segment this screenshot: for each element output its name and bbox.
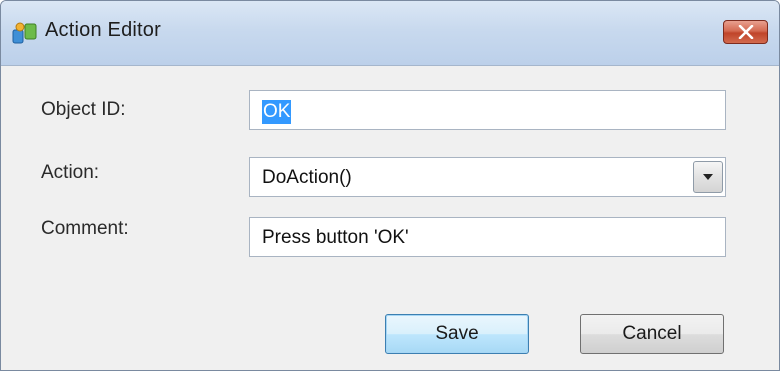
close-icon bbox=[738, 25, 754, 39]
cancel-button[interactable]: Cancel bbox=[580, 314, 724, 354]
action-label: Action: bbox=[41, 162, 100, 183]
comment-value: Press button 'OK' bbox=[262, 227, 409, 248]
object-id-input[interactable]: OK bbox=[249, 90, 726, 130]
action-value: DoAction() bbox=[262, 167, 352, 188]
app-icon bbox=[12, 21, 38, 45]
object-id-value: OK bbox=[262, 100, 292, 124]
comment-input[interactable]: Press button 'OK' bbox=[249, 217, 726, 257]
action-dropdown-button[interactable] bbox=[693, 161, 723, 193]
comment-label: Comment: bbox=[41, 218, 129, 239]
title-bar[interactable]: Action Editor bbox=[1, 1, 779, 66]
close-button[interactable] bbox=[723, 20, 768, 44]
dialog-content: Object ID: OK Action: DoAction() Comment… bbox=[1, 66, 779, 370]
object-id-label: Object ID: bbox=[41, 99, 126, 120]
window-title: Action Editor bbox=[45, 19, 161, 41]
save-button[interactable]: Save bbox=[385, 314, 529, 354]
action-editor-window: Action Editor Object ID: OK Action: DoAc… bbox=[0, 0, 780, 371]
chevron-down-icon bbox=[703, 174, 713, 180]
action-select[interactable]: DoAction() bbox=[249, 157, 726, 197]
